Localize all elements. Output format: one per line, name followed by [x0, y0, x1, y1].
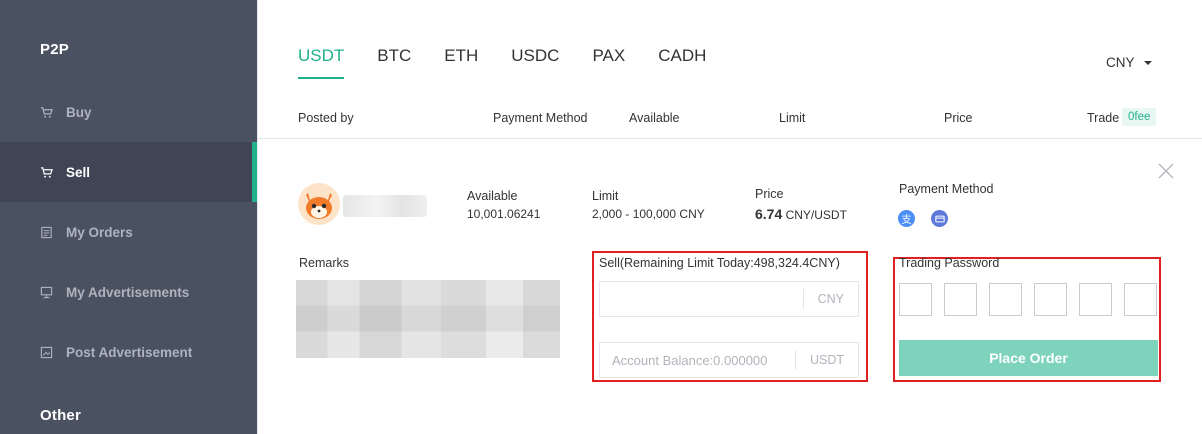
- place-order-button[interactable]: Place Order: [899, 340, 1158, 376]
- remarks-label: Remarks: [299, 256, 350, 270]
- sidebar-section-p2p: P2P: [40, 41, 69, 58]
- currency-selector[interactable]: CNY: [1106, 55, 1152, 70]
- caret-down-icon: [1143, 60, 1152, 65]
- available-label: Available: [467, 189, 518, 203]
- trading-password-label: Trading Password: [899, 256, 1000, 270]
- price-unit: CNY/USDT: [785, 208, 847, 222]
- sidebar-divider: [257, 0, 258, 434]
- limit-label: Limit: [592, 189, 619, 203]
- image-edit-icon: [40, 346, 53, 359]
- header-limit: Limit: [779, 111, 806, 125]
- tab-pax[interactable]: PAX: [592, 46, 625, 79]
- sidebar-item-post-advertisement[interactable]: Post Advertisement: [0, 322, 257, 382]
- currency-selector-label: CNY: [1106, 55, 1135, 70]
- password-cell-6[interactable]: [1124, 283, 1157, 316]
- price-value: 6.74: [755, 206, 783, 222]
- avatar: [298, 183, 340, 225]
- sidebar-item-label: Buy: [66, 104, 92, 120]
- tab-eth[interactable]: ETH: [444, 46, 478, 79]
- coin-tabs: USDT BTC ETH USDC PAX CADH: [298, 46, 739, 79]
- header-divider: [258, 138, 1202, 139]
- header-price: Price: [944, 111, 973, 125]
- blurred-remarks: [296, 280, 560, 358]
- alipay-icon: 支: [898, 210, 915, 227]
- sell-balance-unit: USDT: [794, 350, 858, 370]
- sidebar-item-sell[interactable]: Sell: [0, 142, 257, 202]
- cart-icon: [40, 106, 53, 119]
- cart-icon: [40, 166, 53, 179]
- header-available: Available: [629, 111, 680, 125]
- monitor-icon: [40, 286, 53, 299]
- document-icon: [40, 226, 53, 239]
- password-cell-4[interactable]: [1034, 283, 1067, 316]
- password-cell-2[interactable]: [944, 283, 977, 316]
- sell-amount-field[interactable]: CNY: [599, 281, 859, 317]
- password-cell-5[interactable]: [1079, 283, 1112, 316]
- password-cell-3[interactable]: [989, 283, 1022, 316]
- tab-usdt[interactable]: USDT: [298, 46, 345, 79]
- header-payment-method: Payment Method: [493, 111, 588, 125]
- sell-limit-label: Sell(Remaining Limit Today:498,324.4CNY): [599, 256, 840, 270]
- price-label: Price: [755, 187, 784, 201]
- sell-amount-unit: CNY: [802, 289, 858, 309]
- sell-balance-field[interactable]: USDT: [599, 342, 859, 378]
- sidebar-item-buy[interactable]: Buy: [0, 82, 257, 142]
- sidebar-item-label: My Advertisements: [66, 284, 190, 300]
- tab-usdc[interactable]: USDC: [511, 46, 559, 79]
- sell-balance-input[interactable]: [600, 352, 795, 368]
- bank-card-icon: [931, 210, 948, 227]
- tab-cadh[interactable]: CADH: [658, 46, 706, 79]
- sidebar-section-other: Other: [40, 407, 82, 424]
- fox-avatar-icon: [298, 183, 340, 225]
- sidebar: P2P Buy Sell My Orders My Advertisements…: [0, 0, 257, 434]
- blurred-username: [343, 195, 427, 217]
- password-cell-1[interactable]: [899, 283, 932, 316]
- available-value: 10,001.06241: [467, 207, 541, 221]
- tab-btc[interactable]: BTC: [377, 46, 411, 79]
- limit-value: 2,000 - 100,000 CNY: [592, 207, 705, 221]
- header-posted-by: Posted by: [298, 111, 354, 125]
- price-value-group: 6.74 CNY/USDT: [755, 206, 847, 222]
- sidebar-item-my-orders[interactable]: My Orders: [0, 202, 257, 262]
- sell-amount-input[interactable]: [600, 291, 803, 307]
- sidebar-item-label: My Orders: [66, 224, 133, 240]
- fee-badge: 0fee: [1122, 108, 1157, 126]
- sidebar-item-my-advertisements[interactable]: My Advertisements: [0, 262, 257, 322]
- header-trade: Trade: [1087, 111, 1120, 125]
- payment-method-label: Payment Method: [899, 182, 994, 196]
- sidebar-item-label: Sell: [66, 164, 91, 180]
- sidebar-item-label: Post Advertisement: [66, 344, 193, 360]
- close-icon[interactable]: [1157, 162, 1175, 180]
